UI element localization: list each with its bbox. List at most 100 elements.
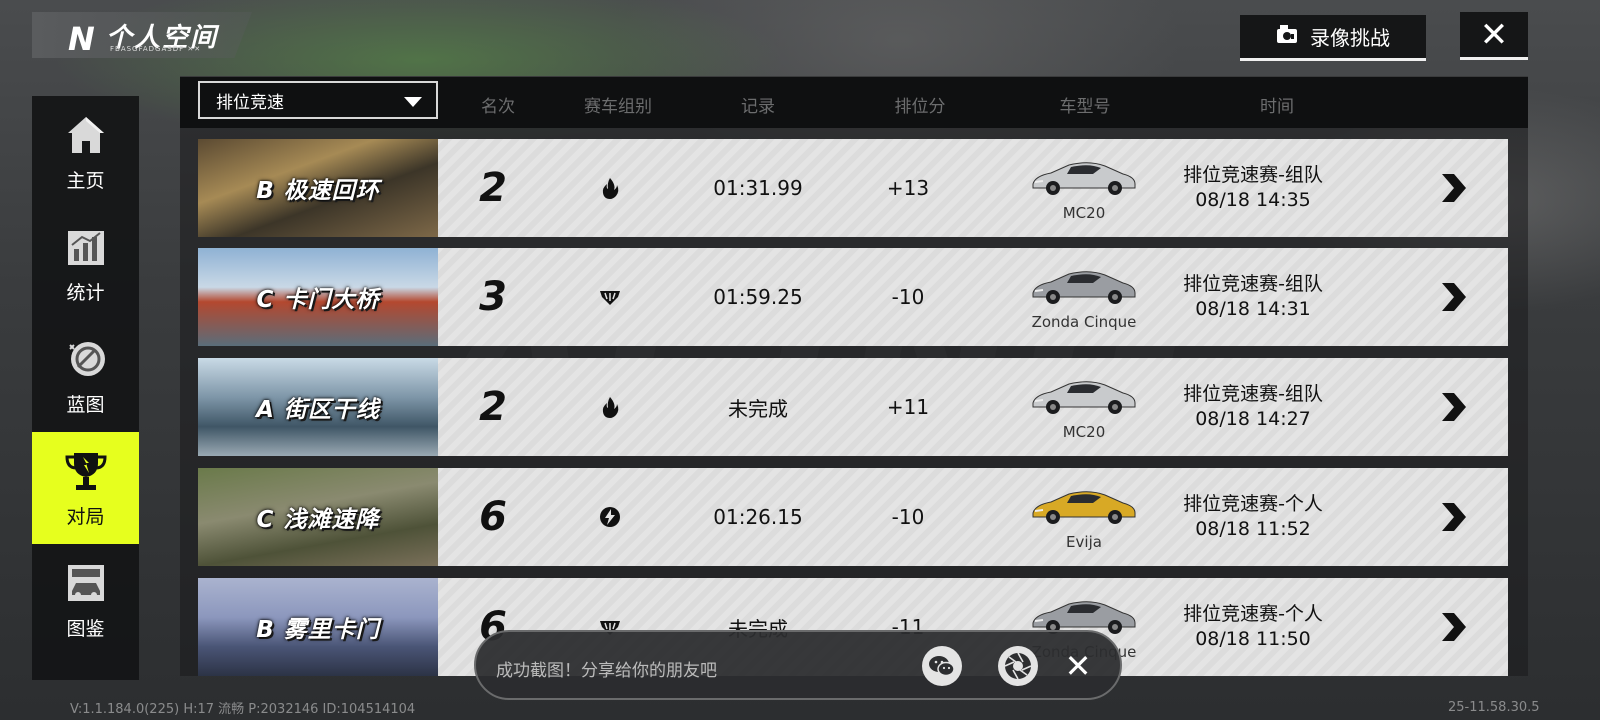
car-image (1029, 154, 1139, 202)
chevron-right-icon (1442, 613, 1466, 641)
chevron-right-icon (1442, 393, 1466, 421)
rank-value: 2 (479, 384, 507, 430)
match-time: 08/18 14:27 (1195, 408, 1311, 430)
car-cell: MC20 (1009, 358, 1159, 456)
row-detail-button[interactable] (1438, 358, 1468, 456)
column-header-score: 排位分 (894, 97, 946, 117)
record-challenge-button[interactable]: 录像挑战 (1240, 15, 1426, 61)
sidebar-item-stats[interactable]: 统计 (32, 208, 139, 320)
sidebar-item-label: 图鉴 (66, 617, 105, 640)
chevron-down-icon (404, 97, 422, 107)
rank-value: 6 (479, 494, 507, 540)
row-detail-button[interactable] (1438, 139, 1468, 237)
record-value: 未完成 (728, 396, 788, 421)
match-mode: 排位竞速赛-个人 (1183, 493, 1323, 515)
match-time: 08/18 11:50 (1195, 628, 1311, 650)
score-value: +11 (886, 395, 930, 419)
flame-icon (590, 358, 630, 456)
toast-message: 成功截图！分享给你的朋友吧 (496, 661, 717, 681)
chevron-right-icon (1442, 503, 1466, 531)
version-info: V:1.1.184.0(225) H:17 流畅 P:2032146 ID:10… (70, 702, 416, 717)
chevron-right-icon (1442, 174, 1466, 202)
rank-value: 3 (479, 274, 507, 320)
table-row[interactable]: C 浅滩速降 6 01:26.15 -10 Evija 排位竞速赛-个人 08/18 11:… (198, 468, 1508, 566)
row-detail-button[interactable] (1438, 578, 1468, 676)
toast-close-button[interactable]: ✕ (1058, 646, 1098, 686)
car-model-name: Zonda Cinque (1031, 313, 1137, 331)
table-row[interactable]: B 极速回环 2 01:31.99 +13 MC20 排位竞速赛-组队 08/18 14:3… (198, 139, 1508, 237)
blueprint-icon (63, 336, 109, 382)
record-challenge-label: 录像挑战 (1310, 26, 1390, 50)
home-icon (63, 112, 109, 158)
track-name: B 雾里卡门 (256, 617, 380, 643)
table-row[interactable]: C 卡门大桥 3 01:59.25 -10 Zonda Cinque 排位竞速赛-组队 08… (198, 248, 1508, 346)
share-moments-button[interactable] (998, 646, 1038, 686)
match-mode: 排位竞速赛-组队 (1183, 164, 1323, 186)
crest-icon (590, 248, 630, 346)
share-toast: 成功截图！分享给你的朋友吧 ✕ (474, 630, 1122, 700)
track-name: C 卡门大桥 (256, 287, 380, 313)
row-detail-button[interactable] (1438, 248, 1468, 346)
track-name: C 浅滩速降 (256, 507, 380, 533)
car-image (1029, 263, 1139, 311)
chart-icon (63, 224, 109, 270)
match-mode: 排位竞速赛-组队 (1183, 383, 1323, 405)
car-model-name: MC20 (1062, 423, 1106, 441)
record-value: 01:31.99 (713, 176, 803, 200)
car-image (1029, 373, 1139, 421)
sidebar-item-catalog[interactable]: 图鉴 (32, 544, 139, 656)
sidebar-item-home[interactable]: 主页 (32, 96, 139, 208)
bolt-icon (590, 468, 630, 566)
score-value: +13 (886, 176, 930, 200)
app-logo-bar: N 个人空间 FBASGFADGASDF ✕✕ (32, 12, 252, 58)
track-name: B 极速回环 (256, 178, 380, 204)
share-wechat-button[interactable] (922, 646, 962, 686)
car-image (1029, 483, 1139, 531)
match-mode: 排位竞速赛-个人 (1183, 603, 1323, 625)
match-mode: 排位竞速赛-组队 (1183, 273, 1323, 295)
sidebar-item-label: 对局 (66, 505, 105, 528)
score-value: -10 (891, 505, 925, 529)
column-header-car: 车型号 (1059, 97, 1111, 117)
camera-icon (1276, 24, 1298, 49)
close-button[interactable]: ✕ (1460, 12, 1528, 60)
sidebar: 主页 统计 蓝图 对局 图鉴 (32, 96, 139, 680)
clock-readout: 25-11.58.30.5 (1448, 700, 1540, 715)
row-detail-button[interactable] (1438, 468, 1468, 566)
column-header-class: 赛车组别 (584, 97, 652, 117)
match-time: 08/18 14:35 (1195, 189, 1311, 211)
mode-filter-dropdown[interactable]: 排位竞速 (198, 81, 438, 119)
match-time: 08/18 11:52 (1195, 518, 1311, 540)
close-icon: ✕ (1479, 14, 1509, 55)
time-cell: 排位竞速赛-个人 08/18 11:52 (1158, 468, 1348, 566)
record-value: 01:26.15 (713, 505, 803, 529)
time-cell: 排位竞速赛-组队 08/18 14:27 (1158, 358, 1348, 456)
car-cell: MC20 (1009, 139, 1159, 237)
trophy-icon (63, 448, 109, 494)
wechat-icon (929, 656, 955, 677)
score-value: -10 (891, 285, 925, 309)
logo-icon: N (68, 20, 95, 58)
sidebar-item-label: 统计 (66, 281, 105, 304)
record-value: 01:59.25 (713, 285, 803, 309)
time-cell: 排位竞速赛-组队 08/18 14:35 (1158, 139, 1348, 237)
car-model-name: MC20 (1062, 204, 1106, 222)
time-cell: 排位竞速赛-个人 08/18 11:50 (1158, 578, 1348, 676)
column-header-time: 时间 (1260, 97, 1294, 117)
rank-value: 2 (479, 165, 507, 211)
mode-filter-value: 排位竞速 (216, 92, 284, 113)
flame-icon (590, 139, 630, 237)
sidebar-item-matches[interactable]: 对局 (32, 432, 139, 544)
sidebar-item-label: 蓝图 (66, 393, 105, 416)
logo-subtitle: FBASGFADGASDF ✕✕ (110, 45, 202, 53)
track-name: A 街区干线 (256, 397, 380, 423)
time-cell: 排位竞速赛-组队 08/18 14:31 (1158, 248, 1348, 346)
car-catalog-icon (63, 560, 109, 606)
car-model-name: Evija (1066, 533, 1102, 551)
chevron-right-icon (1442, 283, 1466, 311)
car-cell: Zonda Cinque (1009, 248, 1159, 346)
table-row[interactable]: A 街区干线 2 未完成 +11 MC20 排位竞速赛-组队 08/18 14:27 (198, 358, 1508, 456)
column-header-record: 记录 (741, 97, 775, 117)
moments-shutter-icon (1004, 652, 1032, 680)
sidebar-item-blueprint[interactable]: 蓝图 (32, 320, 139, 432)
